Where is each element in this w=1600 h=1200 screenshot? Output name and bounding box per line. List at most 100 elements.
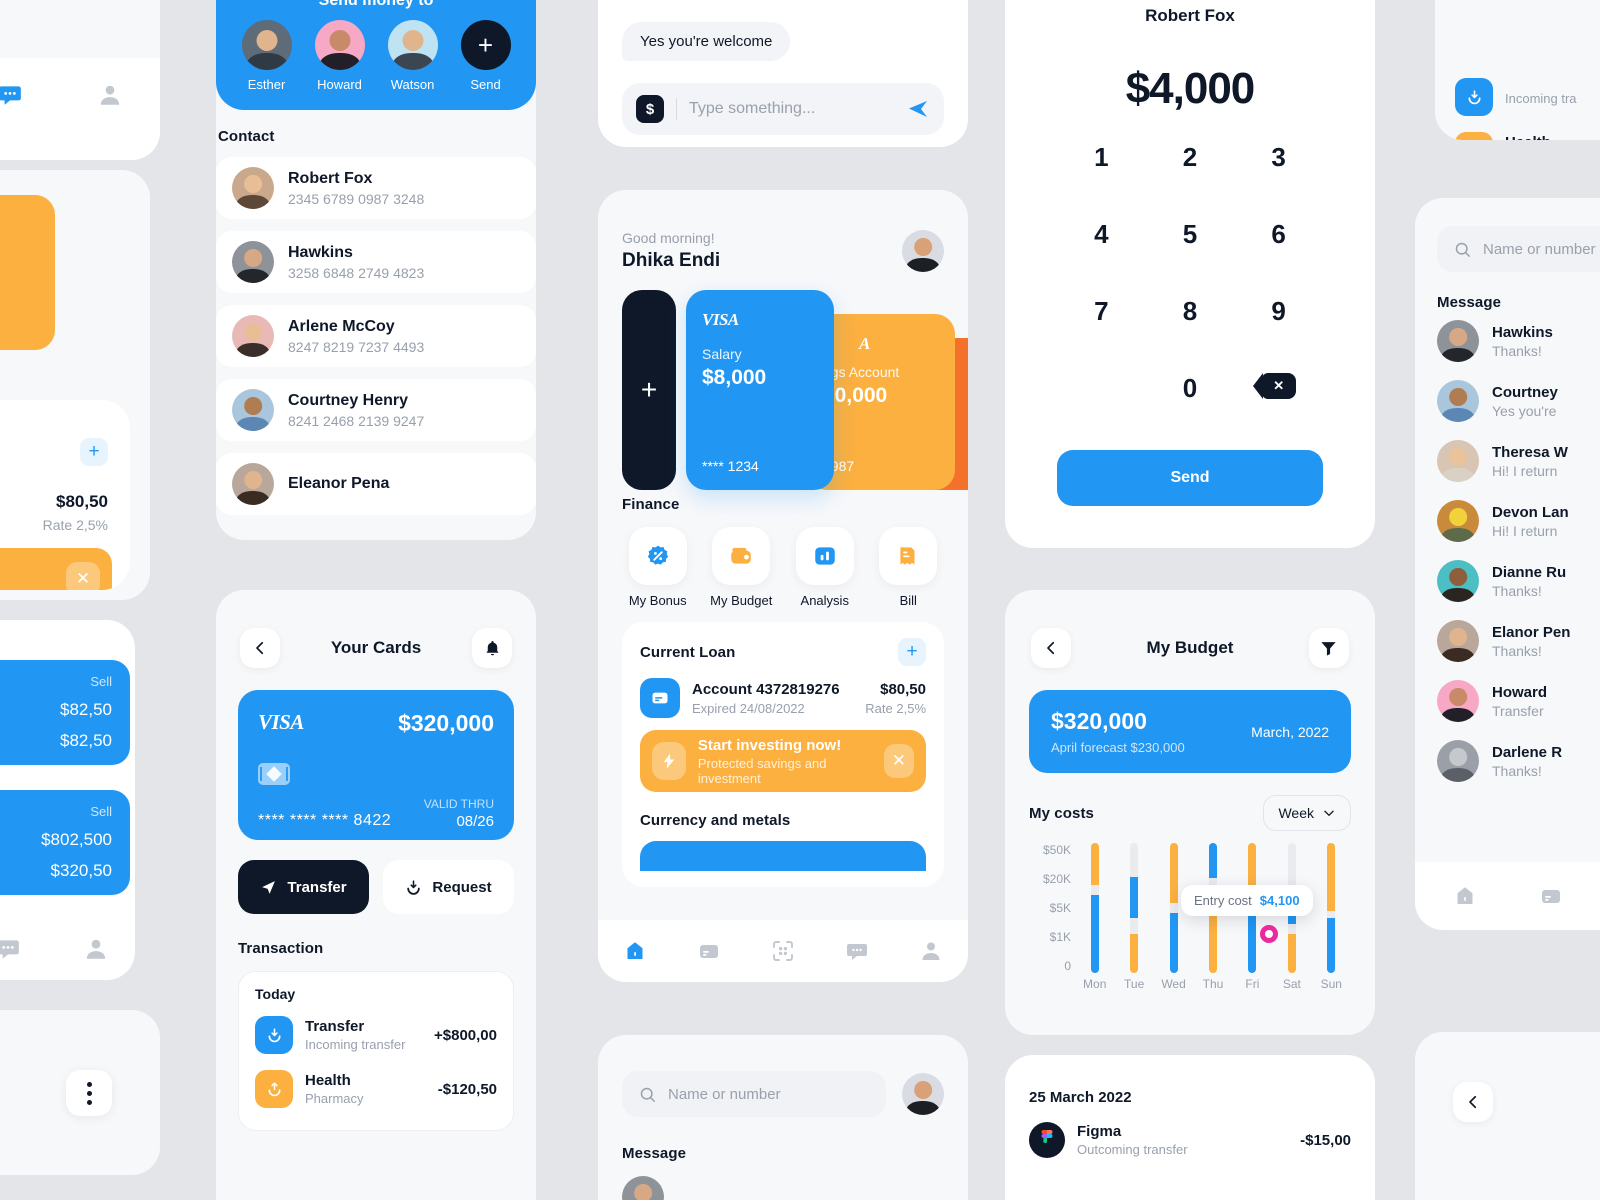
card-label: Salary	[702, 346, 742, 362]
tab-cards[interactable]	[672, 939, 746, 963]
search-bar[interactable]: Name or number	[622, 1071, 886, 1117]
message-preview: Transfer	[1492, 702, 1544, 719]
key-1[interactable]: 1	[1057, 132, 1146, 183]
chart-bar-tue[interactable]	[1114, 843, 1153, 973]
contact-row[interactable]: Eleanor Pena	[216, 453, 536, 515]
chart-tooltip: Entry cost $4,100	[1181, 885, 1313, 916]
key-7[interactable]: 7	[1057, 286, 1146, 337]
send-person-howard[interactable]: Howard	[303, 20, 376, 92]
finance-grid[interactable]: My Bonus My Budget Analysis Bill	[622, 527, 944, 608]
key-9[interactable]: 9	[1234, 286, 1323, 337]
avatar[interactable]	[902, 230, 944, 272]
tab-chat[interactable]	[0, 82, 60, 108]
message-row[interactable]: Courtney Yes you're	[1437, 371, 1600, 431]
tab-scan[interactable]	[746, 939, 820, 963]
chat-input-bar[interactable]: $ Type something...	[622, 83, 944, 135]
close-icon[interactable]: ✕	[66, 562, 100, 590]
message-heading: Message	[1437, 294, 1502, 311]
contact-number: 3258 6848 2749 4823	[288, 264, 425, 281]
currency-card-top[interactable]	[640, 841, 926, 871]
back-button[interactable]	[1031, 628, 1071, 668]
contact-row[interactable]: Hawkins 3258 6848 2749 4823	[216, 231, 536, 293]
dashboard-tabbar[interactable]	[598, 920, 968, 982]
transaction-row[interactable]: Incoming tra	[1455, 70, 1600, 124]
key-8[interactable]: 8	[1146, 286, 1235, 337]
search-input[interactable]: Name or number	[668, 1086, 781, 1103]
card-icon[interactable]	[1539, 884, 1563, 908]
visa-card[interactable]: VISA $320,000 **** **** **** 8422 VALID …	[238, 690, 514, 840]
left-promo-banner[interactable]: ! investment ✕	[0, 548, 112, 590]
transaction-amount: -$120,50	[437, 1080, 497, 1098]
back-button[interactable]	[1453, 1082, 1493, 1122]
message-row[interactable]: Devon Lan Hi! I return	[1437, 491, 1600, 551]
finance-item-bill[interactable]: Bill	[873, 527, 945, 608]
chart-highlight-dot[interactable]	[1260, 925, 1278, 943]
message-row[interactable]: Howard Transfer	[1437, 671, 1600, 731]
key-2[interactable]: 2	[1146, 132, 1235, 183]
key-0[interactable]: 0	[1146, 363, 1235, 414]
key-backspace[interactable]: ✕	[1234, 363, 1323, 414]
message-row[interactable]: Dianne Ru Thanks!	[1437, 551, 1600, 611]
chat-input[interactable]: Type something...	[689, 100, 894, 118]
contact-row[interactable]: Robert Fox 2345 6789 0987 3248	[216, 157, 536, 219]
add-card-button[interactable]: +	[622, 290, 676, 490]
finance-item-analysis[interactable]: Analysis	[789, 527, 861, 608]
numeric-keypad[interactable]: 1 2 3 4 5 6 7 8 9 0 ✕	[1057, 132, 1323, 414]
home-icon[interactable]	[1453, 884, 1477, 908]
more-options-button[interactable]	[66, 1070, 112, 1116]
transaction-row[interactable]: Health Pharmacy	[1455, 124, 1600, 140]
send-person-esther[interactable]: Esther	[230, 20, 303, 92]
transaction-row[interactable]: Transfer Incoming transfer +$800,00	[255, 1008, 497, 1062]
tab-profile[interactable]	[894, 939, 968, 963]
request-button[interactable]: Request	[383, 860, 514, 914]
key-5[interactable]: 5	[1146, 209, 1235, 260]
salary-card[interactable]: VISA Salary $8,000 **** 1234	[686, 290, 834, 490]
search-bar[interactable]: Name or number	[1437, 226, 1600, 272]
close-icon[interactable]: ✕	[883, 744, 914, 778]
message-name: Dianne Ru	[1492, 563, 1567, 581]
chart-bar-sun[interactable]	[1312, 843, 1351, 973]
send-money-people[interactable]: Esther Howard Watson + Send	[216, 20, 536, 92]
profile-icon[interactable]	[83, 936, 109, 962]
transaction-row[interactable]: Health Pharmacy -$120,50	[255, 1062, 497, 1116]
search-input[interactable]: Name or number	[1483, 241, 1596, 258]
contact-name: Robert Fox	[288, 169, 373, 187]
finance-item-my-budget[interactable]: My Budget	[706, 527, 778, 608]
notifications-button[interactable]	[472, 628, 512, 668]
send-person-watson[interactable]: Watson	[376, 20, 449, 92]
message-row[interactable]: Elanor Pen Thanks!	[1437, 611, 1600, 671]
send-plane-icon[interactable]	[906, 97, 930, 121]
send-person-add[interactable]: + Send	[449, 20, 522, 92]
message-row[interactable]: Hawkins Thanks!	[1437, 311, 1600, 371]
message-row[interactable]: Darlene R Thanks!	[1437, 731, 1600, 791]
avatar[interactable]	[622, 1176, 664, 1200]
filter-button[interactable]	[1308, 628, 1349, 668]
contact-row[interactable]: Courtney Henry 8241 2468 2139 9247	[216, 379, 536, 441]
tab-home[interactable]	[598, 939, 672, 963]
left-add-loan-button[interactable]: +	[80, 438, 108, 466]
transaction-row[interactable]: Figma Outcoming transfer -$15,00	[1029, 1114, 1351, 1166]
tab-chat[interactable]	[820, 939, 894, 963]
key-4[interactable]: 4	[1057, 209, 1146, 260]
finance-item-my-bonus[interactable]: My Bonus	[622, 527, 694, 608]
avatar[interactable]	[902, 1073, 944, 1115]
contact-row[interactable]: Arlene McCoy 8247 8219 7237 4493	[216, 305, 536, 367]
send-button[interactable]: Send	[1057, 450, 1323, 506]
promo-banner[interactable]: Start investing now! Protected savings a…	[640, 730, 926, 792]
key-6[interactable]: 6	[1234, 209, 1323, 260]
back-button[interactable]	[240, 628, 280, 668]
tab-profile[interactable]	[60, 82, 160, 108]
right-message-tabbar[interactable]	[1415, 862, 1600, 930]
left-currency-tabbar[interactable]	[0, 936, 109, 962]
dollar-icon[interactable]: $	[636, 95, 664, 123]
add-loan-button[interactable]: +	[898, 638, 926, 666]
chart-bar-mon[interactable]	[1075, 843, 1114, 973]
chat-icon[interactable]	[0, 936, 21, 962]
left-chat-tabbar[interactable]	[0, 82, 160, 108]
period-selector[interactable]: Week	[1263, 795, 1351, 831]
key-3[interactable]: 3	[1234, 132, 1323, 183]
lightning-icon	[652, 742, 686, 780]
transfer-button[interactable]: Transfer	[238, 860, 369, 914]
bar-segment	[1090, 884, 1099, 895]
message-row[interactable]: Theresa W Hi! I return	[1437, 431, 1600, 491]
